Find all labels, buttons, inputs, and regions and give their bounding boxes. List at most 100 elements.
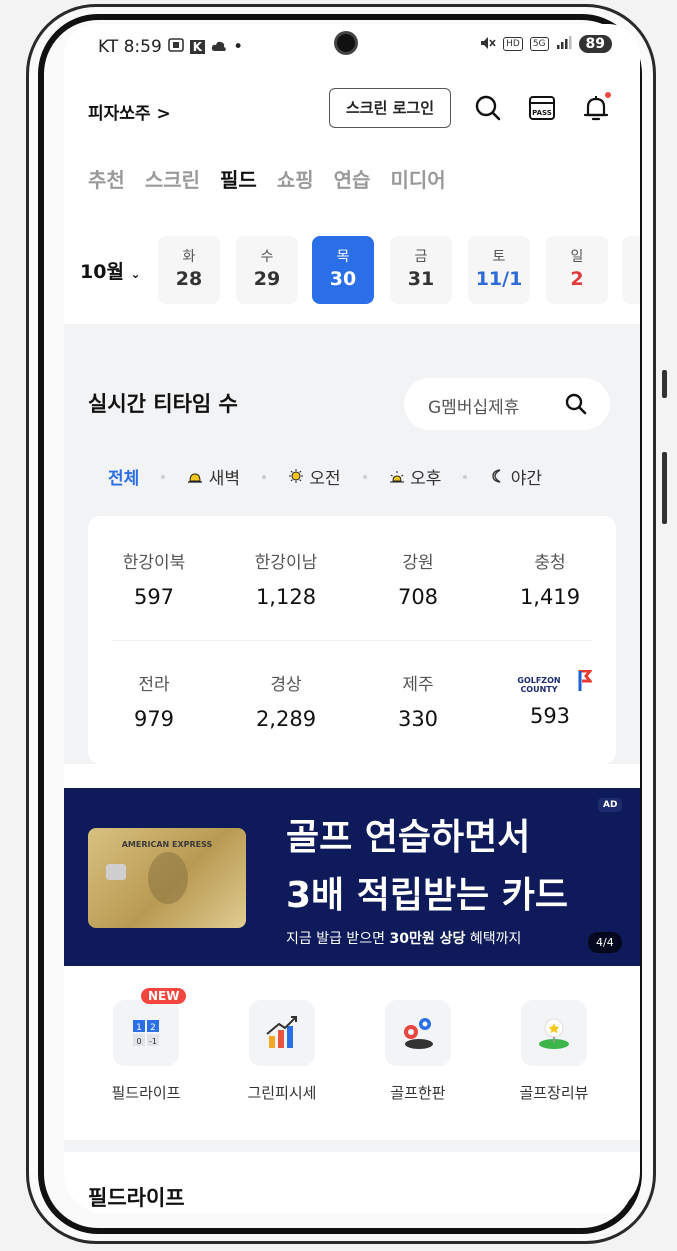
day-card[interactable]: 수 29 xyxy=(236,236,298,304)
region-name: 전라 xyxy=(138,675,170,695)
svg-text:-1: -1 xyxy=(149,1037,157,1046)
region-item[interactable]: 강원 708 xyxy=(352,548,484,609)
region-item[interactable]: 한강이북 597 xyxy=(88,548,220,609)
screen-login-button[interactable]: 스크린 로그인 xyxy=(329,88,451,128)
ad-subtext-bold: 30만원 상당 xyxy=(389,931,466,947)
hd-icon: HD xyxy=(503,37,523,51)
tab-shopping[interactable]: 쇼핑 xyxy=(277,164,314,193)
tab-practice[interactable]: 연습 xyxy=(334,164,371,193)
pass-icon[interactable]: PASS xyxy=(526,92,558,124)
region-count: 1,419 xyxy=(519,585,581,609)
search-icon[interactable] xyxy=(472,92,504,124)
svg-text:2: 2 xyxy=(150,1023,156,1033)
quick-item-course-review[interactable]: 골프장리뷰 xyxy=(486,1000,622,1103)
category-tabs: 추천 스크린 필드 쇼핑 연습 미디어 xyxy=(88,164,446,193)
status-bar: KT 8:59 K • HD 5G 89 xyxy=(64,24,640,70)
ad-page-counter: 4/4 xyxy=(588,932,622,953)
svg-text:0: 0 xyxy=(136,1037,141,1046)
weekday-label: 금 xyxy=(414,249,428,265)
weekday-label: 토 xyxy=(492,249,506,265)
filter-separator xyxy=(463,474,468,479)
day-number: 30 xyxy=(329,268,357,290)
ad-subtext-post: 혜택까지 xyxy=(465,931,522,947)
region-name: 제주 xyxy=(402,675,434,695)
tab-recommend[interactable]: 추천 xyxy=(88,164,125,193)
filter-dawn[interactable]: 새벽 xyxy=(187,464,240,489)
fieldlife-section-title: 필드라이프 xyxy=(88,1186,185,1210)
tab-media[interactable]: 미디어 xyxy=(390,164,445,193)
day-number: 28 xyxy=(175,268,203,290)
region-item[interactable]: 충청 1,419 xyxy=(484,548,616,609)
filter-separator xyxy=(362,474,367,479)
weekday-label: 화 xyxy=(182,249,196,265)
filter-label: 새벽 xyxy=(208,469,240,489)
region-count: 708 xyxy=(397,585,439,609)
ad-banner[interactable]: AMERICAN EXPRESS 골프 연습하면서 3배 적립받는 카드 지금 … xyxy=(64,788,640,966)
card-portrait xyxy=(148,852,188,904)
region-item-golfzon-county[interactable]: GOLFZON COUNTY 593 xyxy=(484,670,616,728)
app-k-icon: K xyxy=(189,40,206,54)
chevron-down-icon: ⌄ xyxy=(130,267,141,281)
quick-item-fieldlife[interactable]: 1 2 0 -1 NEW 필드라이프 xyxy=(78,988,214,1103)
screen: KT 8:59 K • HD 5G 89 피자쏘주 > 스크린 로그인 PASS… xyxy=(64,24,640,1214)
mute-icon xyxy=(480,36,496,53)
sun-icon xyxy=(288,469,303,483)
card-chip xyxy=(106,864,126,880)
profile-link[interactable]: 피자쏘주 > xyxy=(88,99,171,124)
quick-label: 골프장리뷰 xyxy=(519,1084,589,1102)
ad-headline-2: 3배 적립받는 카드 xyxy=(286,875,568,916)
day-card[interactable]: 토 11/1 xyxy=(468,236,530,304)
ad-subtext: 지금 발급 받으면 30만원 상당 혜택까지 xyxy=(286,928,521,948)
time-filters: 전체 새벽 오전 오후 야간 xyxy=(108,464,542,489)
day-number: 2 xyxy=(570,268,584,290)
region-name: 한강이북 xyxy=(122,553,186,573)
month-selector[interactable]: 10월 ⌄ xyxy=(80,257,141,284)
region-card: 한강이북 597 한강이남 1,128 강원 708 충청 1,419 전라 9… xyxy=(88,516,616,764)
quick-label: 그린피시세 xyxy=(247,1084,317,1102)
golf-course-star-icon xyxy=(521,1000,587,1066)
golf-chips-icon xyxy=(385,1000,451,1066)
filter-night[interactable]: 야간 xyxy=(489,464,542,489)
region-item[interactable]: 경상 2,289 xyxy=(220,670,352,731)
filter-label: 야간 xyxy=(510,469,543,489)
day-number: 31 xyxy=(407,268,435,290)
quick-item-greenfee[interactable]: 그린피시세 xyxy=(214,1000,350,1103)
weekday-label: 목 xyxy=(336,249,350,265)
county-flag-icon xyxy=(578,670,592,691)
power-button xyxy=(662,452,667,524)
tab-field[interactable]: 필드 xyxy=(220,164,257,193)
status-left: KT 8:59 K • xyxy=(98,37,243,57)
filter-afternoon[interactable]: 오후 xyxy=(389,464,441,489)
membership-search[interactable]: G멤버십제휴 xyxy=(404,378,610,430)
notification-bell-icon[interactable] xyxy=(580,92,612,124)
region-divider xyxy=(112,640,592,641)
moon-icon xyxy=(492,469,501,483)
day-card-partial[interactable] xyxy=(622,236,640,304)
day-card-selected[interactable]: 목 30 xyxy=(312,236,374,304)
day-card[interactable]: 일 2 xyxy=(546,236,608,304)
tab-screen[interactable]: 스크린 xyxy=(145,164,200,193)
region-item[interactable]: 전라 979 xyxy=(88,670,220,731)
region-count: 593 xyxy=(529,704,571,728)
filter-morning[interactable]: 오전 xyxy=(288,464,341,489)
quick-label: 골프한판 xyxy=(390,1084,446,1102)
region-item[interactable]: 한강이남 1,128 xyxy=(220,548,352,609)
weekday-label: 수 xyxy=(260,249,274,265)
region-item[interactable]: 제주 330 xyxy=(352,670,484,731)
tee-time-title: 실시간 티타임 수 xyxy=(88,392,238,416)
notification-dot xyxy=(605,92,611,98)
quick-label: 필드라이프 xyxy=(111,1084,181,1102)
search-placeholder: G멤버십제휴 xyxy=(428,398,520,418)
dawn-icon xyxy=(188,473,203,483)
quick-item-golf-match[interactable]: 골프한판 xyxy=(350,1000,486,1103)
region-name: 충청 xyxy=(534,553,566,573)
filter-separator xyxy=(261,474,266,479)
ad-headline-1: 골프 연습하면서 xyxy=(286,817,531,858)
region-name: 한강이남 xyxy=(254,553,318,573)
filter-all[interactable]: 전체 xyxy=(108,464,139,489)
region-count: 597 xyxy=(133,585,175,609)
day-card[interactable]: 화 28 xyxy=(158,236,220,304)
ad-badge: AD xyxy=(598,798,623,812)
day-card[interactable]: 금 31 xyxy=(390,236,452,304)
filter-label: 오전 xyxy=(309,469,341,489)
